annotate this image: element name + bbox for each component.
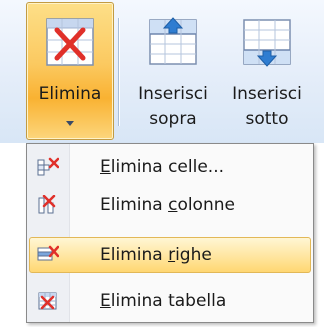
dropdown-arrow-icon (66, 121, 74, 126)
delete-table-icon (46, 18, 94, 66)
insert-row-below-icon (243, 19, 291, 67)
inserisci-sotto-label-line2: sotto (245, 109, 289, 129)
menu-item-label: Elimina celle... (100, 157, 224, 177)
ribbon-panel: Elimina Inserisci sopra Inserisci sotto (0, 0, 324, 143)
inserisci-sotto-label-line1: Inserisci (232, 84, 302, 104)
menu-item-label: Elimina tabella (100, 291, 227, 311)
inserisci-sopra-button[interactable]: Inserisci sopra (124, 2, 222, 140)
menu-item-elimina-colonne[interactable]: Elimina colonne (29, 187, 311, 223)
elimina-button[interactable]: Elimina (26, 2, 114, 140)
menu-item-elimina-tabella[interactable]: Elimina tabella (29, 283, 311, 319)
ribbon-separator (118, 18, 120, 126)
elimina-dropdown-menu: Elimina celle... Elimina colonne Elimina… (26, 143, 314, 323)
delete-rows-icon (37, 245, 59, 261)
delete-table-icon (38, 292, 57, 310)
menu-item-elimina-righe[interactable]: Elimina righe (29, 237, 311, 273)
elimina-label: Elimina (38, 84, 102, 104)
inserisci-sopra-label-line1: Inserisci (138, 84, 208, 104)
delete-columns-icon (38, 195, 56, 214)
menu-item-label: Elimina colonne (100, 195, 235, 215)
delete-cells-icon (37, 157, 59, 176)
inserisci-sotto-button[interactable]: Inserisci sotto (222, 2, 312, 140)
menu-item-elimina-celle[interactable]: Elimina celle... (29, 149, 311, 185)
inserisci-sopra-label-line2: sopra (149, 109, 197, 129)
insert-row-above-icon (149, 17, 197, 65)
menu-item-label: Elimina righe (100, 245, 212, 265)
